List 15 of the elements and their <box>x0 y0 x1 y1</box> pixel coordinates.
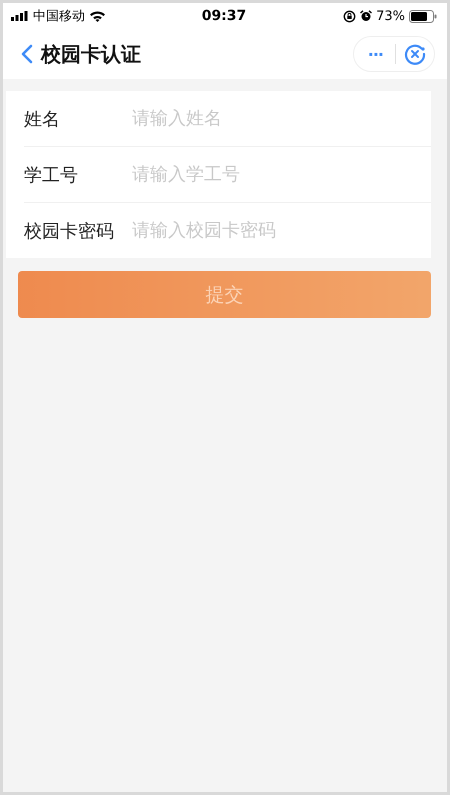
battery-percent: 73% <box>376 8 405 24</box>
close-icon[interactable] <box>404 43 426 65</box>
field-label: 姓名 <box>24 108 61 130</box>
clock-time: 09:37 <box>202 8 246 24</box>
rotation-lock-icon <box>343 10 356 22</box>
wifi-icon <box>89 10 106 22</box>
field-label: 学工号 <box>24 164 79 186</box>
back-icon[interactable] <box>21 44 33 64</box>
field-label: 校园卡密码 <box>24 220 115 242</box>
battery-icon <box>408 10 437 22</box>
alarm-icon <box>360 10 372 22</box>
signal-icon <box>11 11 29 21</box>
page-title: 校园卡认证 <box>41 40 142 68</box>
carrier-name: 中国移动 <box>33 8 85 25</box>
more-button[interactable]: ··· <box>364 44 387 64</box>
